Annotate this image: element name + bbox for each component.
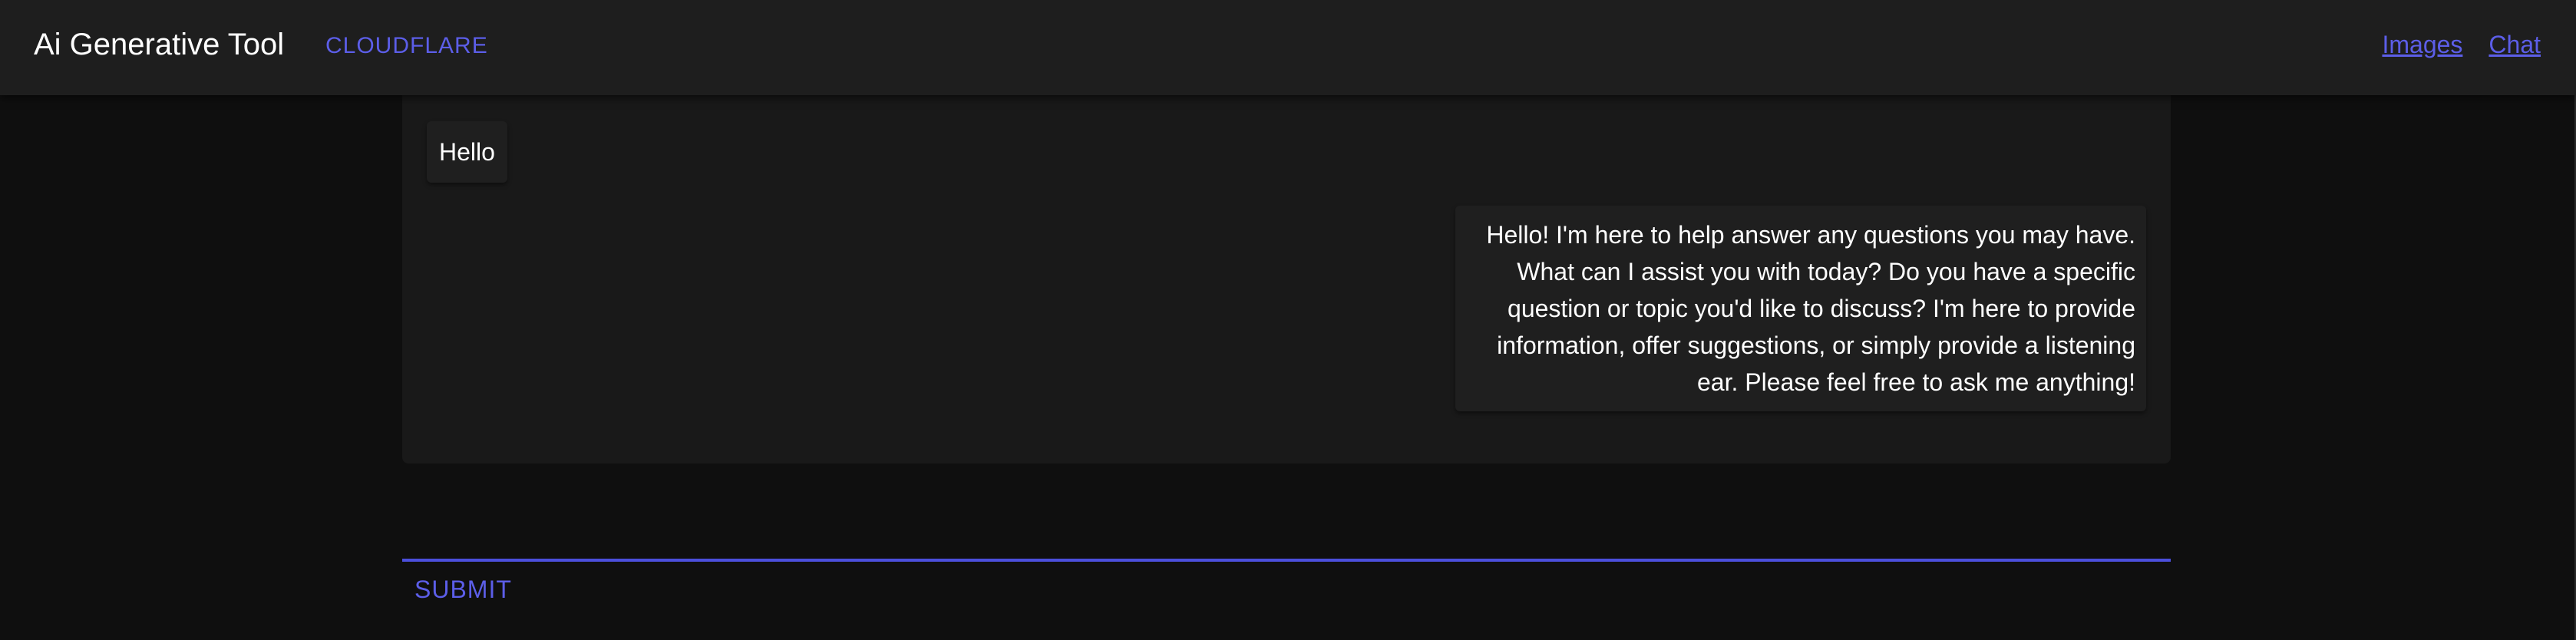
user-message: Hello: [427, 121, 507, 183]
nav-link-chat[interactable]: Chat: [2488, 29, 2541, 60]
provider-label: CLOUDFLARE: [325, 33, 488, 58]
assistant-message: Hello! I'm here to help answer any quest…: [1455, 206, 2146, 411]
app-root: Ai Generative Tool CLOUDFLARE Images Cha…: [0, 0, 2576, 640]
top-nav: Images Chat: [2382, 29, 2541, 60]
nav-link-images[interactable]: Images: [2382, 29, 2462, 60]
top-app-bar: Ai Generative Tool CLOUDFLARE Images Cha…: [0, 0, 2576, 95]
chat-panel: Hello Hello! I'm here to help answer any…: [402, 95, 2171, 464]
message-input-underline[interactable]: [402, 559, 2171, 562]
app-title: Ai Generative Tool: [34, 28, 285, 61]
submit-button[interactable]: SUBMIT: [414, 574, 512, 605]
